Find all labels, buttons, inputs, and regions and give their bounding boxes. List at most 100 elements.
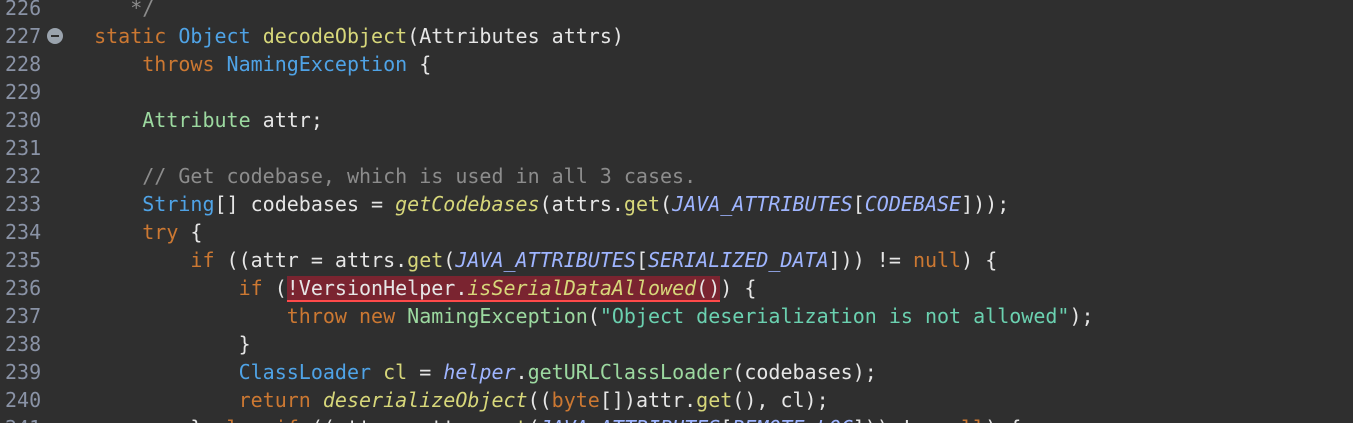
code-token: NamingException <box>407 304 588 328</box>
code-token: */ <box>130 0 155 20</box>
code-token: helper <box>443 360 516 384</box>
line-number: 228 <box>5 52 42 76</box>
line-number: 226 <box>5 0 42 20</box>
code-token: CODEBASE <box>864 192 962 216</box>
code-token: throw <box>286 304 359 328</box>
code-token: ) { <box>720 276 757 300</box>
code-token: if <box>190 248 227 272</box>
code-token: new <box>359 304 408 328</box>
code-token: ( <box>274 276 287 300</box>
code-token: ) { <box>961 248 998 272</box>
code-text: // Get codebase, which is used in all 3 … <box>70 162 696 190</box>
code-token: () <box>696 276 721 302</box>
code-text: static Object decodeObject(Attributes at… <box>70 22 624 50</box>
code-token: null <box>912 248 962 272</box>
code-token: ClassLoader <box>238 360 384 384</box>
code-token: get <box>407 248 444 272</box>
code-token: { <box>190 220 203 244</box>
code-token: NamingException <box>226 52 420 76</box>
code-text: */ <box>70 0 154 22</box>
code-text: throws NamingException { <box>70 50 431 78</box>
code-token: try <box>142 220 191 244</box>
line-number: 237 <box>5 304 42 328</box>
code-token: Object <box>178 24 263 48</box>
code-token: return <box>238 388 323 412</box>
code-token: getCodebases <box>395 192 540 216</box>
code-text: try { <box>70 218 202 246</box>
code-token: else <box>215 416 275 423</box>
code-token: throws <box>142 52 227 76</box>
code-token: static <box>94 24 179 48</box>
code-token: JAVA_ATTRIBUTES <box>540 416 721 423</box>
code-token: Attribute <box>142 108 263 132</box>
code-token: if <box>238 276 275 300</box>
code-token: { <box>419 52 432 76</box>
code-text: String[] codebases = getCodebases(attrs.… <box>70 190 1009 218</box>
code-token: . <box>515 360 528 384</box>
code-token: getURLClassLoader <box>527 360 733 384</box>
code-token: get <box>491 416 527 423</box>
code-token: "Object deserialization is not allowed" <box>599 304 1070 328</box>
code-token: deserializeObject <box>322 388 528 412</box>
line-number: 227 <box>5 24 42 48</box>
code-token: ( <box>443 248 456 272</box>
code-token: get <box>696 388 733 412</box>
code-token: (( <box>527 388 552 412</box>
code-token: = <box>407 360 444 384</box>
fold-collapse-icon[interactable] <box>47 28 63 44</box>
code-editor[interactable]: 226 */227 static Object decodeObject(Att… <box>0 0 1353 423</box>
code-token: // Get codebase, which is used in all 3 … <box>142 164 697 188</box>
line-number: 230 <box>5 108 42 132</box>
line-number: 231 <box>5 136 42 160</box>
code-token: attr; <box>262 108 323 132</box>
code-token: [ <box>852 192 865 216</box>
code-text: Attribute attr; <box>70 106 323 134</box>
code-token: (), cl); <box>732 388 829 412</box>
code-token: byte <box>551 388 600 412</box>
code-token: ! <box>286 276 299 302</box>
code-text: return deserializeObject((byte[])attr.ge… <box>70 386 829 414</box>
code-text: } else if ((attr = attrs.get(JAVA_ATTRIB… <box>70 414 1021 423</box>
code-text: } <box>70 330 251 358</box>
code-token: REMOTE_LOC <box>732 416 852 423</box>
code-token: (codebases); <box>732 360 877 384</box>
code-token: ( <box>660 192 673 216</box>
line-number: 229 <box>5 80 42 104</box>
line-number: 236 <box>5 276 42 300</box>
code-token: ); <box>1069 304 1094 328</box>
line-number: 238 <box>5 332 42 356</box>
code-token: ])) != <box>853 416 937 423</box>
code-text: if ((attr = attrs.get(JAVA_ATTRIBUTES[SE… <box>70 246 997 274</box>
code-token: String <box>142 192 215 216</box>
code-token: [ <box>635 248 649 272</box>
code-token: [ <box>720 416 732 423</box>
code-token: (Attributes attrs) <box>407 24 624 48</box>
line-number: 239 <box>5 360 42 384</box>
code-token: ( <box>587 304 600 328</box>
code-token: [])attr. <box>599 388 697 412</box>
code-token: decodeObject <box>262 24 408 48</box>
line-number: 241 <box>5 414 49 423</box>
code-token: null <box>937 416 985 423</box>
code-token: [] codebases = <box>214 192 396 216</box>
code-token: JAVA_ATTRIBUTES <box>455 248 636 272</box>
code-token: (attrs. <box>539 192 624 216</box>
code-token: if <box>275 416 311 423</box>
code-token: ((attr = attrs. <box>226 248 408 272</box>
code-token: ((attr = attrs. <box>311 416 492 423</box>
code-token: VersionHelper. <box>298 276 468 302</box>
code-token: cl <box>383 360 408 384</box>
